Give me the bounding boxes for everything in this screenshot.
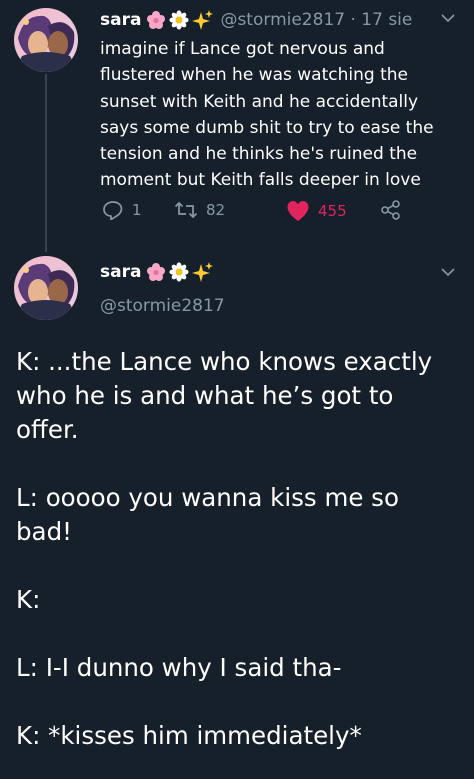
thread-connector [45,74,47,252]
tweet-actions: 1 82 455 [100,200,420,228]
chevron-down-icon[interactable] [440,266,456,278]
retweet-icon [174,201,198,219]
sparkles-emoji [192,10,214,30]
share-icon [381,200,400,220]
tweet-text-line: moment but Keith falls deeper in love [100,170,421,191]
tweet-paragraph: K: *kisses him immediately* [16,721,362,750]
tweet-text-line: flustered when he was watching the [100,65,408,86]
tweet-paragraph: K: [16,585,41,614]
cherry-blossom-emoji [147,11,166,29]
tweet-text-line: sunset with Keith and he accidentally [100,91,419,112]
tweet-paragraph: K: ...the Lance who knows exactly who he… [16,347,433,444]
like-count: 455 [318,202,347,220]
tweet-1[interactable]: sara @stormie2817 · 17 sie imagine if La… [0,0,474,252]
sparkles-emoji [192,262,214,282]
tweet-text-line: imagine if Lance got nervous and [100,39,385,59]
tweet-text: K: ...the Lance who knows exactly who he… [16,345,466,753]
daisy-emoji [169,10,190,30]
retweet-count: 82 [206,201,226,219]
tweet-header: sara [100,8,412,32]
like-button[interactable]: 455 [286,200,347,222]
daisy-emoji [169,262,190,282]
tweet-text-line: says some dumb shit to try to ease the [100,117,434,138]
tweet-paragraph: L: I-I dunno why I said tha- [16,653,342,682]
handle[interactable]: @stormie2817 [100,296,225,316]
chevron-down-icon[interactable] [440,12,456,24]
reply-icon [103,201,123,220]
name-emojis [146,10,214,30]
heart-icon [287,201,309,221]
reply-button[interactable]: 1 [102,200,142,220]
display-name[interactable]: sara [100,262,141,282]
share-button[interactable] [380,200,402,220]
avatar[interactable] [14,8,78,72]
tweet-header: sara [100,262,214,282]
reply-count: 1 [132,201,142,219]
retweet-button[interactable]: 82 [174,200,225,220]
name-emojis [146,262,214,282]
cherry-blossom-emoji [147,263,166,281]
display-name[interactable]: sara [100,10,141,30]
tweet-text: imagine if Lance got nervous and fluster… [100,36,460,194]
tweet-text-line: tension and he thinks he's ruined the [100,144,418,165]
avatar[interactable] [14,256,78,320]
tweet-paragraph: L: ooooo you wanna kiss me so bad! [16,483,399,546]
handle-and-time[interactable]: @stormie2817 · 17 sie [220,10,412,30]
